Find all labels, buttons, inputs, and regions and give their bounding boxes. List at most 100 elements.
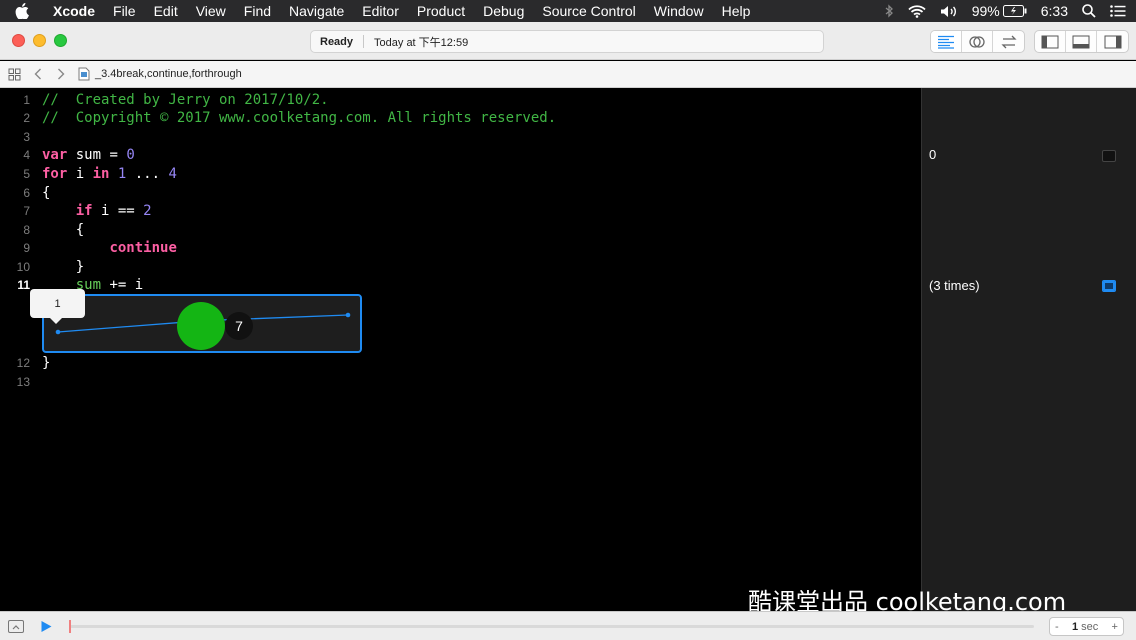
go-back-button[interactable] [26, 61, 49, 88]
minimize-window-button[interactable] [33, 34, 46, 47]
timeline-scrubber[interactable] [69, 620, 71, 633]
build-timestamp: Today at 下午12:59 [374, 36, 469, 49]
code-line: 10 } [0, 258, 921, 276]
wifi-icon[interactable] [908, 4, 926, 18]
line-number: 4 [23, 148, 30, 162]
panel-toggle-control [1034, 30, 1129, 53]
play-icon [41, 621, 52, 632]
line-number: 13 [16, 375, 30, 389]
close-window-button[interactable] [12, 34, 25, 47]
activity-viewer: Ready Today at 下午12:59 [310, 30, 824, 53]
version-editor-button[interactable] [993, 31, 1024, 52]
jump-bar: _3.4break,continue,forthrough [0, 61, 1136, 88]
go-forward-button[interactable] [49, 61, 72, 88]
code-text: { [42, 185, 51, 201]
code-line: 9 continue [0, 239, 921, 257]
activity-divider [363, 35, 365, 48]
stepper-increment[interactable]: + [1112, 621, 1118, 633]
show-result-toggle[interactable] [1102, 280, 1116, 292]
line-number: 2 [23, 111, 30, 125]
menu-editor[interactable]: Editor [353, 0, 408, 22]
battery-status[interactable]: 99% [972, 3, 1027, 19]
jump-bar-file[interactable]: _3.4break,continue,forthrough [78, 67, 242, 81]
stepper-unit: sec [1081, 620, 1099, 633]
menu-help[interactable]: Help [713, 0, 760, 22]
assistant-editor-icon [969, 35, 985, 48]
volume-icon[interactable] [940, 5, 958, 18]
clock[interactable]: 6:33 [1041, 3, 1068, 19]
code-plain: sum = [67, 147, 127, 163]
menu-window[interactable]: Window [645, 0, 713, 22]
keyword: if [75, 203, 93, 219]
related-items-button[interactable] [3, 61, 26, 88]
code-line: 1 // Created by Jerry on 2017/10/2. [0, 91, 921, 109]
zoom-window-button[interactable] [54, 34, 67, 47]
keyword: in [92, 166, 110, 182]
graph-point[interactable] [345, 312, 351, 318]
click-indicator [177, 302, 225, 350]
menu-find[interactable]: Find [235, 0, 280, 22]
toggle-debug-area-icon[interactable] [8, 620, 24, 633]
line-number: 7 [23, 204, 30, 218]
window-controls [12, 34, 67, 47]
menu-debug[interactable]: Debug [474, 0, 533, 22]
keyword: var [42, 147, 68, 163]
menu-navigate[interactable]: Navigate [280, 0, 353, 22]
number-literal: 2 [143, 203, 152, 219]
menu-source-control[interactable]: Source Control [533, 0, 644, 22]
number-literal: 4 [168, 166, 177, 182]
notification-center-icon[interactable] [1110, 5, 1126, 17]
grid-icon [8, 68, 21, 80]
utilities-panel-icon [1104, 35, 1121, 48]
standard-editor-button[interactable] [931, 31, 962, 52]
standard-editor-icon [938, 35, 954, 49]
debug-panel-icon [1072, 35, 1090, 48]
menu-product[interactable]: Product [408, 0, 474, 22]
step-badge: 7 [225, 312, 253, 340]
code-text: if i == 2 [42, 202, 152, 220]
menu-xcode[interactable]: Xcode [44, 0, 104, 22]
line-number: 1 [23, 93, 30, 107]
code-text: // Copyright © 2017 www.coolketang.com. … [42, 110, 557, 126]
line-number: 5 [23, 167, 30, 181]
code-line: 2 // Copyright © 2017 www.coolketang.com… [0, 109, 921, 127]
chevron-left-icon [34, 68, 41, 80]
delay-stepper[interactable]: - 1 sec + [1049, 617, 1124, 636]
toggle-debug-area-button[interactable] [1066, 31, 1097, 52]
navigator-panel-icon [1041, 35, 1059, 48]
number-literal: 0 [126, 147, 135, 163]
code-text: } [42, 355, 51, 371]
menu-file[interactable]: File [104, 0, 145, 22]
menu-edit[interactable]: Edit [145, 0, 187, 22]
spotlight-search-icon[interactable] [1082, 4, 1096, 18]
run-playground-button[interactable] [40, 620, 53, 638]
toggle-utilities-button[interactable] [1097, 31, 1128, 52]
code-plain: ... [126, 166, 169, 182]
results-sidebar: 0 (3 times) [921, 88, 1136, 611]
menu-bar: Xcode File Edit View Find Navigate Edito… [0, 0, 1136, 22]
code-plain: i == [92, 203, 144, 219]
menu-view[interactable]: View [187, 0, 235, 22]
code-text: for i in 1 ... 4 [42, 165, 177, 183]
tooltip-value: 1 [54, 297, 61, 310]
code-text: { [42, 222, 85, 238]
jump-bar-file-name: _3.4break,continue,forthrough [95, 68, 242, 80]
code-editor[interactable]: 1 // Created by Jerry on 2017/10/2. 2 //… [0, 88, 921, 611]
toggle-navigator-button[interactable] [1035, 31, 1066, 52]
graph-point[interactable] [55, 329, 61, 335]
build-status: Ready [320, 35, 354, 48]
code-plain: i [67, 166, 93, 182]
timeline-slider[interactable] [70, 625, 1034, 628]
code-line: 13 [0, 373, 921, 391]
assistant-editor-button[interactable] [962, 31, 993, 52]
code-line: 6 { [0, 184, 921, 202]
stepper-decrement[interactable]: - [1055, 621, 1059, 633]
apple-menu-icon[interactable] [0, 0, 44, 22]
quick-look-toggle[interactable] [1102, 150, 1116, 162]
code-text: } [42, 259, 85, 275]
code-line: 5 for i in 1 ... 4 [0, 165, 921, 183]
code-line: 4 var sum = 0 [0, 146, 921, 164]
code-line: 12 } [0, 354, 921, 372]
bluetooth-icon[interactable] [885, 4, 894, 18]
